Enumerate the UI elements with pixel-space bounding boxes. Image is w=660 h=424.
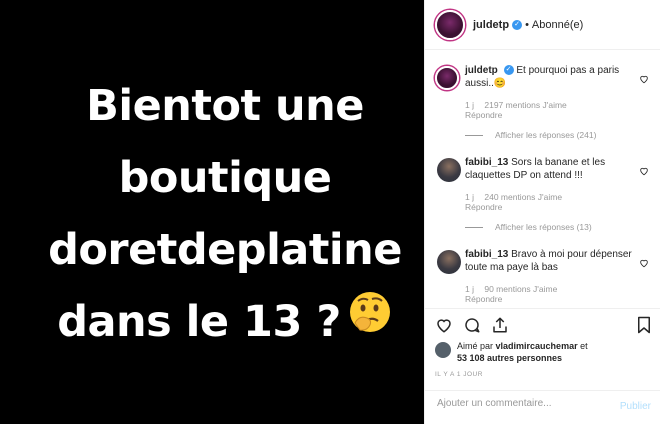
comment-text: fabibi_13 Bravo à moi pour dépenser tout… bbox=[465, 248, 637, 274]
heart-icon[interactable] bbox=[639, 74, 649, 84]
reply-button[interactable]: Répondre bbox=[465, 110, 637, 121]
liked-by-user[interactable]: vladimircauchemar bbox=[496, 341, 578, 351]
post-text-line-4: dans le 13 ? bbox=[30, 286, 420, 361]
reply-button[interactable]: Répondre bbox=[465, 294, 637, 305]
liked-by-others[interactable]: 53 108 autres personnes bbox=[457, 353, 562, 363]
divider bbox=[465, 226, 483, 228]
comments-list[interactable]: juldetp ✓ Et pourquoi pas a paris aussi.… bbox=[425, 60, 660, 308]
post-timestamp[interactable]: IL Y A 1 JOUR bbox=[435, 371, 483, 378]
comment-time[interactable]: 1 j bbox=[465, 100, 474, 110]
divider bbox=[465, 134, 483, 136]
thinking-face-icon bbox=[347, 285, 393, 357]
comment-username[interactable]: juldetp bbox=[465, 65, 498, 76]
follow-status-button[interactable]: Abonné(e) bbox=[532, 19, 583, 31]
avatar[interactable] bbox=[435, 9, 465, 40]
heart-icon[interactable] bbox=[639, 166, 649, 176]
avatar[interactable] bbox=[437, 158, 461, 182]
comment-item: juldetp ✓ Et pourquoi pas a paris aussi.… bbox=[425, 64, 660, 140]
verified-icon: ✓ bbox=[503, 65, 514, 76]
post-header: juldetp ✓ • Abonné(e) bbox=[425, 0, 660, 50]
add-comment-bar: Publier bbox=[425, 390, 660, 424]
comment-icon[interactable] bbox=[463, 316, 481, 334]
avatar[interactable] bbox=[437, 250, 461, 274]
header-username[interactable]: juldetp bbox=[473, 19, 509, 31]
post-text-line-2: boutique bbox=[118, 153, 332, 203]
comment-likes[interactable]: 240 mentions J'aime bbox=[484, 192, 562, 202]
view-replies-label: Afficher les réponses (13) bbox=[495, 222, 592, 232]
comment-time[interactable]: 1 j bbox=[465, 192, 474, 202]
view-replies-label: Afficher les réponses (241) bbox=[495, 130, 597, 140]
bookmark-icon[interactable] bbox=[635, 316, 653, 334]
comment-meta: 1 j 2197 mentions J'aime bbox=[465, 100, 637, 110]
heart-icon[interactable] bbox=[435, 316, 453, 334]
comment-meta: 1 j 240 mentions J'aime bbox=[465, 192, 637, 202]
liked-by-joiner: et bbox=[580, 341, 588, 351]
comment-meta: 1 j 90 mentions J'aime bbox=[465, 284, 637, 294]
comment-text: juldetp ✓ Et pourquoi pas a paris aussi.… bbox=[465, 64, 637, 90]
publish-button[interactable]: Publier bbox=[620, 401, 651, 412]
post-text-line-4-label: dans le 13 ? bbox=[57, 297, 341, 347]
comment-likes[interactable]: 90 mentions J'aime bbox=[484, 284, 557, 294]
comment-item: fabibi_13 Bravo à moi pour dépenser tout… bbox=[425, 248, 660, 305]
header-separator: • bbox=[525, 18, 529, 31]
reply-button[interactable]: Répondre bbox=[465, 202, 637, 213]
post-sidebar: juldetp ✓ • Abonné(e) juldetp ✓ Et pourq… bbox=[424, 0, 660, 424]
comment-input[interactable] bbox=[435, 397, 599, 410]
post-text-line-1: Bientot une bbox=[86, 81, 364, 131]
liked-by-prefix: Aimé par bbox=[457, 341, 494, 351]
action-bar bbox=[425, 308, 660, 340]
comment-text: fabibi_13 Sors la banane et les claquett… bbox=[465, 156, 637, 182]
comment-username[interactable]: fabibi_13 bbox=[465, 249, 508, 260]
view-replies-button[interactable]: Afficher les réponses (241) bbox=[465, 130, 637, 140]
comment-time[interactable]: 1 j bbox=[465, 284, 474, 294]
comment-username[interactable]: fabibi_13 bbox=[465, 157, 508, 168]
comment-likes[interactable]: 2197 mentions J'aime bbox=[484, 100, 566, 110]
post-image[interactable]: Bientot une boutique doretdeplatine dans… bbox=[0, 0, 424, 424]
comment-item: fabibi_13 Sors la banane et les claquett… bbox=[425, 156, 660, 232]
share-icon[interactable] bbox=[491, 316, 509, 334]
heart-icon[interactable] bbox=[639, 258, 649, 268]
post-text-line-3: doretdeplatine bbox=[48, 225, 402, 275]
view-replies-button[interactable]: Afficher les réponses (13) bbox=[465, 222, 637, 232]
likes-summary: Aimé par vladimircauchemar et 53 108 aut… bbox=[435, 340, 650, 364]
post-caption-image-text: Bientot une boutique doretdeplatine dans… bbox=[30, 70, 420, 361]
avatar[interactable] bbox=[435, 66, 459, 90]
verified-icon: ✓ bbox=[512, 19, 523, 30]
avatar[interactable] bbox=[435, 342, 451, 358]
